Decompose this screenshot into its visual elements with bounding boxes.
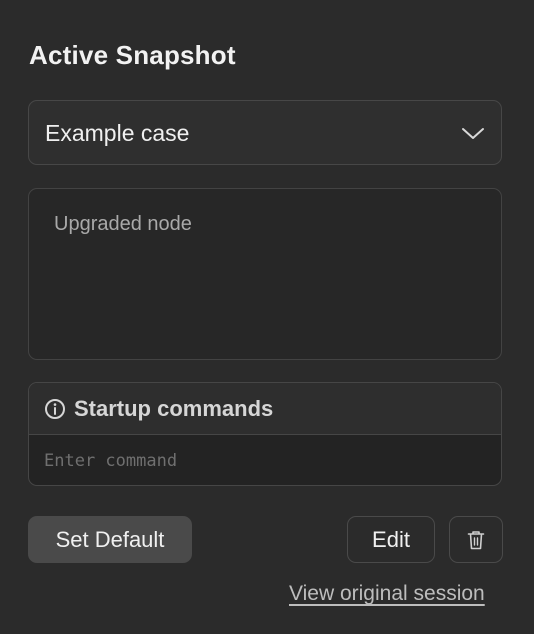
edit-button[interactable]: Edit [347, 516, 435, 563]
snapshot-description-text: Upgraded node [54, 213, 192, 235]
active-snapshot-panel: Active Snapshot Example case Upgraded no… [0, 0, 534, 634]
info-icon [45, 399, 65, 419]
chevron-down-icon [462, 128, 484, 139]
delete-button[interactable] [449, 516, 503, 563]
set-default-button[interactable]: Set Default [28, 516, 192, 563]
snapshot-select[interactable]: Example case [28, 100, 502, 165]
startup-commands-section: Startup commands [28, 382, 502, 486]
trash-icon [467, 530, 485, 549]
startup-commands-header: Startup commands [29, 383, 501, 435]
command-input[interactable] [29, 436, 501, 485]
view-original-session-link[interactable]: View original session [289, 582, 485, 606]
snapshot-description[interactable]: Upgraded node [28, 188, 502, 360]
startup-commands-label: Startup commands [74, 396, 274, 421]
snapshot-select-value: Example case [45, 120, 190, 146]
panel-title: Active Snapshot [29, 40, 236, 70]
